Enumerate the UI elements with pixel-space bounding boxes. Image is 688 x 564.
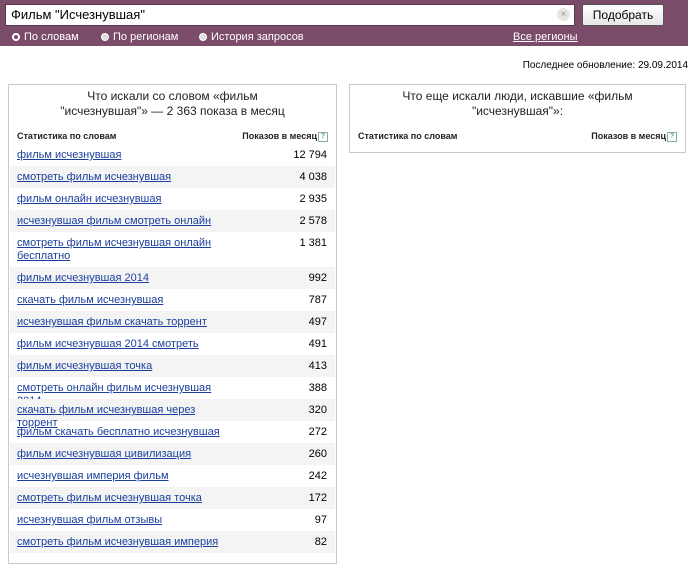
column-count: Показов в месяц?: [591, 131, 677, 142]
title-line: Что еще искали люди, искавшие «фильм: [402, 89, 633, 103]
table-row: фильм исчезнувшая 2014 смотреть 491: [10, 333, 335, 355]
count-value: 260: [308, 448, 327, 460]
count-value: 413: [308, 360, 327, 372]
column-count-label: Показов в месяц: [591, 131, 666, 141]
phrase-link[interactable]: исчезнувшая фильм скачать торрент: [17, 316, 222, 329]
phrase-link[interactable]: фильм исчезнувшая цивилизация: [17, 448, 222, 461]
table-row: исчезнувшая фильм смотреть онлайн 2 578: [10, 210, 335, 232]
phrase-link[interactable]: смотреть фильм исчезнувшая: [17, 171, 222, 184]
pick-button[interactable]: Подобрать: [582, 4, 664, 26]
count-value: 787: [308, 294, 327, 306]
count-value: 12 794: [293, 149, 327, 161]
mode-label: История запросов: [211, 31, 304, 43]
panel-title: Что еще искали люди, искавшие «фильм "ис…: [350, 85, 685, 119]
phrase-link[interactable]: фильм исчезнувшая точка: [17, 360, 222, 373]
count-value: 272: [308, 426, 327, 438]
table-row: фильм исчезнувшая цивилизация 260: [10, 443, 335, 465]
count-value: 388: [308, 382, 327, 394]
panel-title: Что искали со словом «фильм "исчезнувшая…: [9, 85, 336, 119]
table-row: скачать фильм исчезнувшая через торрент 3…: [10, 399, 335, 429]
last-updated: Последнее обновление: 29.09.2014: [522, 60, 688, 71]
count-value: 497: [308, 316, 327, 328]
title-line: "исчезнувшая"»:: [471, 104, 564, 118]
phrase-link[interactable]: скачать фильм исчезнувшая: [17, 294, 222, 307]
table-row: смотреть фильм исчезнувшая точка 172: [10, 487, 335, 509]
table-row: фильм исчезнувшая 2014 992: [10, 267, 335, 289]
related-panel: Что еще искали люди, искавшие «фильм "ис…: [349, 84, 686, 153]
title-line: "исчезнувшая"» — 2 363 показа в месяц: [60, 104, 285, 118]
phrase-link[interactable]: фильм онлайн исчезнувшая: [17, 193, 222, 206]
count-value: 172: [308, 492, 327, 504]
table-row: смотреть фильм исчезнувшая империя 82: [10, 531, 335, 553]
phrase-link[interactable]: фильм исчезнувшая 2014 смотреть: [17, 338, 222, 351]
table-row: фильм скачать бесплатно исчезнувшая 272: [10, 421, 335, 443]
count-value: 992: [308, 272, 327, 284]
table-row: исчезнувшая фильм отзывы 97: [10, 509, 335, 531]
table-row: исчезнувшая фильм скачать торрент 497: [10, 311, 335, 333]
count-value: 1 381: [299, 237, 327, 249]
phrase-link[interactable]: фильм исчезнувшая: [17, 149, 222, 162]
all-regions-link[interactable]: Все регионы: [513, 30, 578, 44]
table-row: исчезнувшая империя фильм 242: [10, 465, 335, 487]
clear-icon[interactable]: ×: [557, 8, 570, 21]
column-phrase: Статистика по словам: [358, 131, 458, 141]
table-row: смотреть фильм исчезнувшая 4 038: [10, 166, 335, 188]
phrase-link[interactable]: исчезнувшая империя фильм: [17, 470, 222, 483]
phrase-link[interactable]: исчезнувшая фильм отзывы: [17, 514, 222, 527]
help-icon[interactable]: ?: [667, 131, 677, 142]
results-table: фильм исчезнувшая 12 794 смотреть фильм ис…: [10, 144, 335, 553]
radio-icon[interactable]: [101, 33, 109, 41]
mode-label: По регионам: [113, 31, 179, 43]
phrase-link[interactable]: смотреть фильм исчезнувшая точка: [17, 492, 222, 505]
mode-by-words[interactable]: По словам: [12, 30, 79, 44]
phrase-link[interactable]: смотреть фильм исчезнувшая онлайн беспла…: [17, 237, 222, 263]
count-value: 242: [308, 470, 327, 482]
words-panel: Что искали со словом «фильм "исчезнувшая…: [8, 84, 337, 564]
count-value: 2 935: [299, 193, 327, 205]
mode-label: По словам: [24, 31, 79, 43]
count-value: 491: [308, 338, 327, 350]
mode-history[interactable]: История запросов: [199, 30, 304, 44]
mode-by-regions[interactable]: По регионам: [101, 30, 178, 44]
column-count-label: Показов в месяц: [242, 131, 317, 141]
table-row: фильм исчезнувшая точка 413: [10, 355, 335, 377]
phrase-link[interactable]: фильм скачать бесплатно исчезнувшая: [17, 426, 222, 439]
table-row: фильм исчезнувшая 12 794: [10, 144, 335, 166]
count-value: 4 038: [299, 171, 327, 183]
table-row: смотреть фильм исчезнувшая онлайн беспла…: [10, 232, 335, 267]
column-count: Показов в месяц?: [242, 131, 328, 142]
count-value: 2 578: [299, 215, 327, 227]
count-value: 82: [314, 536, 327, 548]
phrase-link[interactable]: исчезнувшая фильм смотреть онлайн: [17, 215, 222, 228]
search-input[interactable]: Фильм "Исчезнувшая": [5, 4, 575, 26]
help-icon[interactable]: ?: [318, 131, 328, 142]
count-value: 97: [314, 514, 327, 526]
radio-icon[interactable]: [12, 33, 20, 41]
title-line: Что искали со словом «фильм: [87, 89, 258, 103]
table-row: фильм онлайн исчезнувшая 2 935: [10, 188, 335, 210]
count-value: 320: [308, 404, 327, 416]
phrase-link[interactable]: фильм исчезнувшая 2014: [17, 272, 222, 285]
search-bar: Фильм "Исчезнувшая" × Подобрать По слова…: [0, 0, 688, 46]
radio-icon[interactable]: [199, 33, 207, 41]
phrase-link[interactable]: смотреть фильм исчезнувшая империя: [17, 536, 222, 549]
table-row: смотреть онлайн фильм исчезнувшая 201438…: [10, 377, 335, 407]
column-phrase: Статистика по словам: [17, 131, 117, 141]
table-row: скачать фильм исчезнувшая 787: [10, 289, 335, 311]
